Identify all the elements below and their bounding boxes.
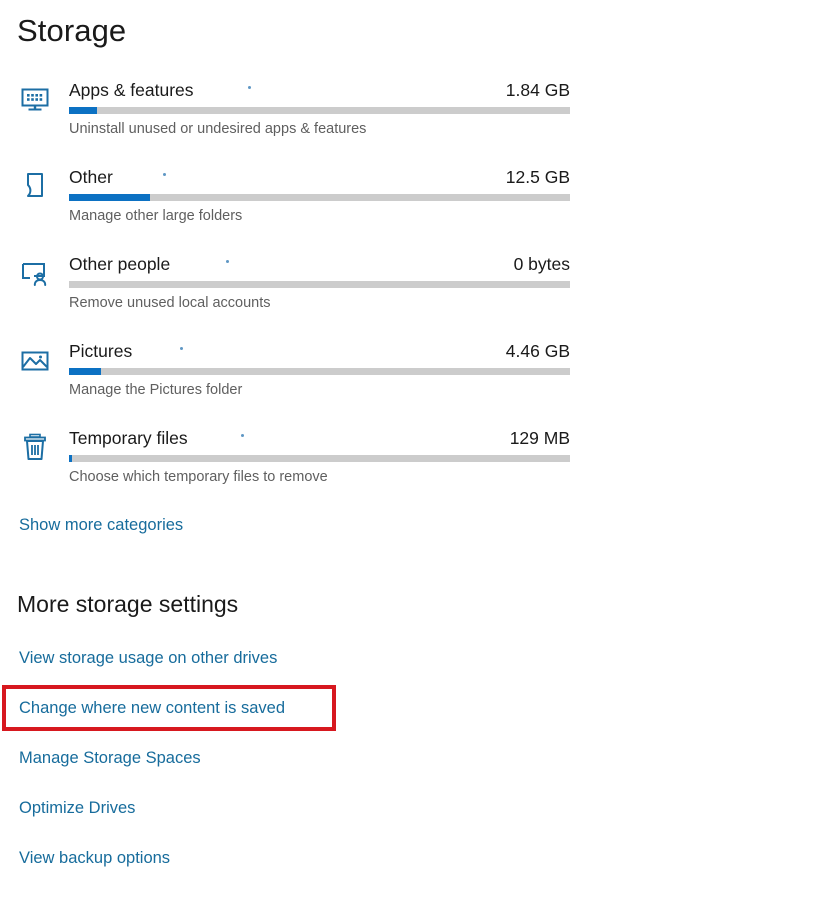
folder-page-icon	[18, 169, 52, 203]
category-title: Apps & features	[69, 80, 194, 100]
storage-category-row[interactable]: Temporary files 129 MB Choose which temp…	[0, 416, 600, 503]
category-size: 1.84 GB	[505, 80, 570, 100]
category-usage-fill	[69, 194, 151, 201]
category-usage-bar	[69, 107, 570, 114]
page-title: Storage	[17, 13, 127, 48]
storage-category-row[interactable]: Other 12.5 GB Manage other large folders	[0, 155, 600, 242]
category-marker-dot	[163, 173, 166, 176]
monitor-person-icon	[18, 256, 52, 290]
storage-category-row[interactable]: Other people 0 bytes Remove unused local…	[0, 242, 600, 329]
storage-category-row[interactable]: Apps & features 1.84 GB Uninstall unused…	[0, 68, 600, 155]
category-size: 4.46 GB	[505, 341, 570, 361]
category-usage-bar	[69, 368, 570, 375]
optimize-drives-link[interactable]: Optimize Drives	[19, 796, 135, 820]
show-more-categories-link[interactable]: Show more categories	[19, 513, 183, 537]
category-size: 129 MB	[509, 428, 570, 448]
category-usage-bar	[69, 455, 570, 462]
category-description: Manage the Pictures folder	[69, 382, 243, 398]
monitor-apps-icon	[18, 82, 52, 116]
category-marker-dot	[180, 347, 183, 350]
more-storage-settings-heading: More storage settings	[17, 591, 239, 617]
trash-icon	[18, 430, 52, 464]
category-usage-bar	[69, 281, 570, 288]
manage-storage-spaces-link[interactable]: Manage Storage Spaces	[19, 746, 201, 770]
category-title: Other	[69, 167, 113, 187]
category-usage-fill	[69, 368, 102, 375]
category-marker-dot	[241, 434, 244, 437]
storage-category-row[interactable]: Pictures 4.46 GB Manage the Pictures fol…	[0, 329, 600, 416]
picture-icon	[18, 343, 52, 377]
category-description: Uninstall unused or undesired apps & fea…	[69, 121, 367, 137]
view-storage-usage-other-drives-link[interactable]: View storage usage on other drives	[19, 646, 277, 670]
category-title: Other people	[69, 254, 171, 274]
category-title: Pictures	[69, 341, 133, 361]
category-usage-bar	[69, 194, 570, 201]
category-description: Manage other large folders	[69, 208, 243, 224]
category-title: Temporary files	[69, 428, 188, 448]
category-size: 12.5 GB	[505, 167, 570, 187]
category-usage-fill	[69, 107, 98, 114]
change-where-new-content-is-saved-link[interactable]: Change where new content is saved	[19, 696, 285, 720]
category-description: Choose which temporary files to remove	[69, 469, 328, 485]
category-description: Remove unused local accounts	[69, 295, 271, 311]
category-marker-dot	[248, 86, 251, 89]
view-backup-options-link[interactable]: View backup options	[19, 846, 170, 870]
category-size: 0 bytes	[513, 254, 570, 274]
category-usage-fill	[69, 455, 72, 462]
category-marker-dot	[226, 260, 229, 263]
storage-category-list: Apps & features 1.84 GB Uninstall unused…	[0, 68, 600, 503]
